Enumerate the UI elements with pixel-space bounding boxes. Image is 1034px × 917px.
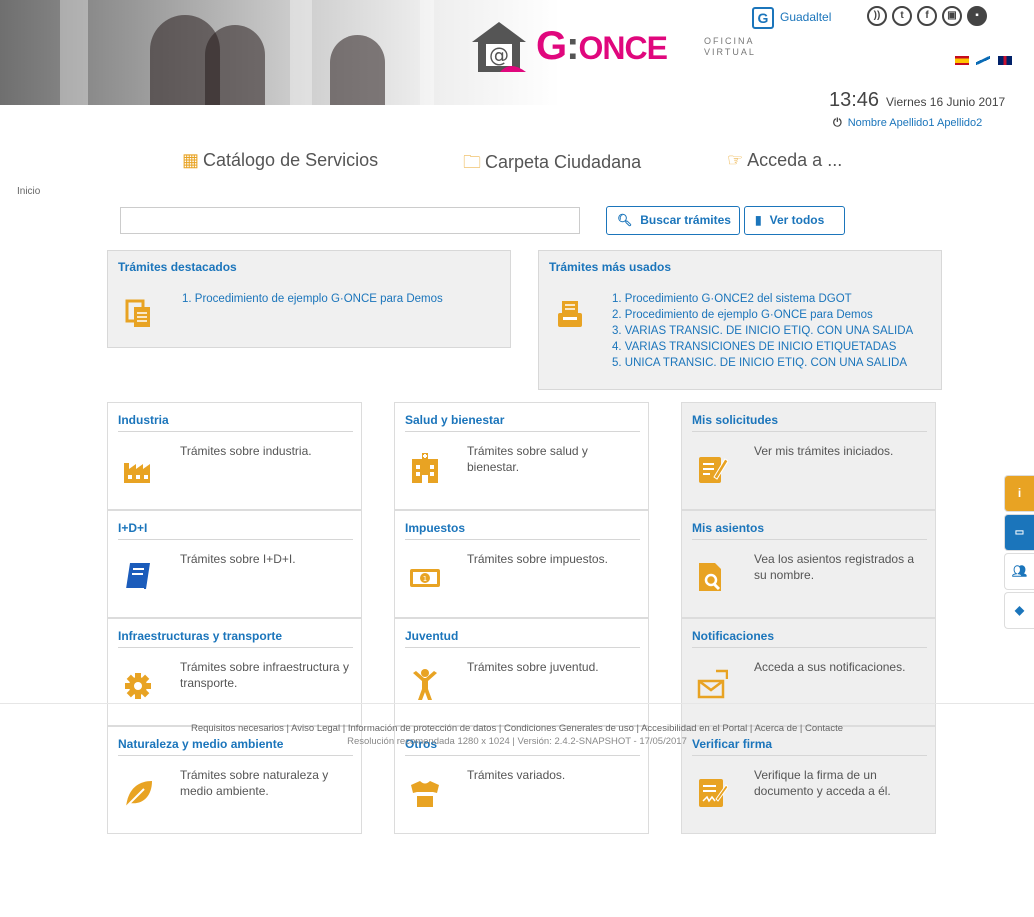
search-button[interactable]: 🔍︎ Buscar trámites: [606, 206, 740, 235]
instagram-icon[interactable]: ▣: [942, 6, 962, 26]
card-title: Impuestos: [405, 521, 466, 535]
card-description: Trámites sobre salud y bienestar.: [467, 444, 588, 474]
card-title: Juventud: [405, 629, 459, 643]
card-industria[interactable]: Industria Trámites sobre industria.: [107, 402, 362, 510]
book-icon: ▮: [755, 213, 762, 227]
card-title: Mis asientos: [692, 521, 765, 535]
svg-text:1: 1: [423, 575, 427, 583]
featured-list: 1. Procedimiento de ejemplo G·ONCE para …: [182, 291, 443, 307]
card-mis-asientos[interactable]: Mis asientos Vea los asientos registrado…: [681, 510, 936, 618]
card-mis-solicitudes[interactable]: Mis solicitudes Ver mis trámites iniciad…: [681, 402, 936, 510]
most-used-item[interactable]: 4. VARIAS TRANSICIONES DE INICIO ETIQUET…: [612, 339, 913, 355]
svg-text:@: @: [489, 43, 509, 67]
featured-panel: Trámites destacados 1. Procedimiento de …: [107, 250, 511, 348]
featured-title: Trámites destacados: [118, 260, 237, 274]
en-flag-icon[interactable]: [997, 56, 1012, 66]
book-icon: [126, 563, 150, 590]
info-icon[interactable]: i: [1004, 475, 1034, 512]
header: @ G:ONCE OFICINA VIRTUAL G Guadaltel )) t…: [0, 0, 1034, 140]
search-document-icon: [699, 563, 721, 591]
rss-icon[interactable]: )): [867, 6, 887, 26]
most-used-item[interactable]: 5. UNICA TRANSIC. DE INICIO ETIQ. CON UN…: [612, 355, 913, 371]
card-juventud[interactable]: Juventud Trámites sobre juventud.: [394, 618, 649, 726]
es-flag-icon[interactable]: [955, 56, 969, 66]
card-description: Trámites sobre naturaleza y medio ambien…: [180, 768, 329, 798]
grid-icon: ▦: [182, 150, 200, 170]
card-title: Infraestructuras y transporte: [118, 629, 283, 643]
card-description: Trámites sobre impuestos.: [467, 552, 608, 566]
house-at-icon: @: [472, 22, 526, 72]
card-title: I+D+I: [118, 521, 148, 535]
card-description: Verifique la firma de un documento y acc…: [754, 768, 891, 798]
user-menu[interactable]: ⏻ Nombre Apellido1 Apellido2: [833, 117, 982, 130]
card-description: Ver mis trámites iniciados.: [754, 444, 894, 458]
logo-subtitle: OFICINA VIRTUAL: [704, 36, 756, 57]
factory-icon: [124, 463, 150, 483]
card-notificaciones[interactable]: Notificaciones Acceda a sus notificacion…: [681, 618, 936, 726]
id-card-icon[interactable]: ▭: [1004, 514, 1034, 551]
gear-icon: [125, 673, 151, 699]
copy-icon: [125, 299, 150, 327]
card-impuestos[interactable]: Impuestos 1 Trámites sobre impuestos.: [394, 510, 649, 618]
most-used-panel: Trámites más usados 1. Procedimiento G·O…: [538, 250, 942, 390]
breadcrumb[interactable]: Inicio: [17, 186, 40, 197]
most-used-list: 1. Procedimiento G·ONCE2 del sistema DGO…: [612, 291, 913, 371]
nav-folder[interactable]: 🗀 Carpeta Ciudadana: [463, 150, 641, 180]
folder-icon: 🗀: [463, 152, 481, 172]
most-used-title: Trámites más usados: [549, 260, 672, 274]
user-name: Nombre Apellido1 Apellido2: [847, 117, 983, 129]
leaf-icon: [125, 781, 152, 808]
card-title: Notificaciones: [692, 629, 775, 643]
most-used-item[interactable]: 1. Procedimiento G·ONCE2 del sistema DGO…: [612, 291, 913, 307]
child-icon: [413, 669, 437, 700]
nav-access[interactable]: ☞ Acceda a ...: [727, 150, 842, 171]
clock-time: 13:46: [829, 89, 880, 111]
search-icon: 🔍︎: [617, 213, 633, 227]
footer-version: Resolución recomendada 1280 x 1024 | Ver…: [347, 736, 687, 747]
facebook-icon[interactable]: f: [917, 6, 937, 26]
card-title: Industria: [118, 413, 169, 427]
money-icon: 1: [410, 569, 440, 587]
guadaltel-logo-icon[interactable]: G: [752, 7, 774, 29]
card-infraestructuras[interactable]: Infraestructuras y transporte Trámites s…: [107, 618, 362, 726]
most-used-item[interactable]: 3. VARIAS TRANSIC. DE INICIO ETIQ. CON U…: [612, 323, 913, 339]
guadaltel-link[interactable]: Guadaltel: [780, 10, 831, 24]
envelope-icon: [697, 669, 728, 699]
search-input[interactable]: [120, 207, 580, 234]
logo-text: G:ONCE: [536, 24, 668, 68]
language-selector: [951, 53, 1012, 67]
printer-icon: [558, 301, 582, 327]
tag-icon[interactable]: ◆: [1004, 592, 1034, 629]
card-title: Mis solicitudes: [692, 413, 779, 427]
hospital-icon: [412, 453, 438, 483]
gl-flag-icon[interactable]: [976, 56, 991, 66]
edit-document-icon: [699, 457, 728, 483]
card-description: Acceda a sus notificaciones.: [754, 660, 906, 674]
nav-catalog[interactable]: ▦ Catálogo de Servicios: [182, 150, 378, 171]
shirt-icon: [411, 781, 439, 807]
featured-item[interactable]: 1. Procedimiento de ejemplo G·ONCE para …: [182, 291, 443, 307]
card-description: Trámites variados.: [467, 768, 566, 782]
card-description: Trámites sobre industria.: [180, 444, 312, 458]
footer-links[interactable]: Requisitos necesarios | Aviso Legal | In…: [0, 723, 1034, 734]
users-icon[interactable]: 👥︎: [1004, 553, 1034, 590]
hand-pointer-icon: ☞: [727, 150, 744, 170]
card-salud[interactable]: Salud y bienestar Trámites sobre salud y…: [394, 402, 649, 510]
most-used-item[interactable]: 2. Procedimiento de ejemplo G·ONCE para …: [612, 307, 913, 323]
clock-date: Viernes 16 Junio 2017: [886, 95, 1006, 109]
card-description: Trámites sobre I+D+I.: [180, 552, 296, 566]
view-all-button[interactable]: ▮ Ver todos: [744, 206, 845, 235]
card-idi[interactable]: I+D+I Trámites sobre I+D+I.: [107, 510, 362, 618]
twitter-icon[interactable]: t: [892, 6, 912, 26]
signature-icon: [699, 779, 728, 807]
card-description: Trámites sobre juventud.: [467, 660, 599, 674]
card-description: Vea los asientos registrados a su nombre…: [754, 552, 915, 582]
card-title: Salud y bienestar: [405, 413, 505, 427]
card-description: Trámites sobre infraestructura y transpo…: [180, 660, 349, 690]
share-icon[interactable]: ▪: [967, 6, 987, 26]
footer-divider: [0, 703, 1034, 704]
power-icon[interactable]: ⏻: [833, 117, 842, 129]
